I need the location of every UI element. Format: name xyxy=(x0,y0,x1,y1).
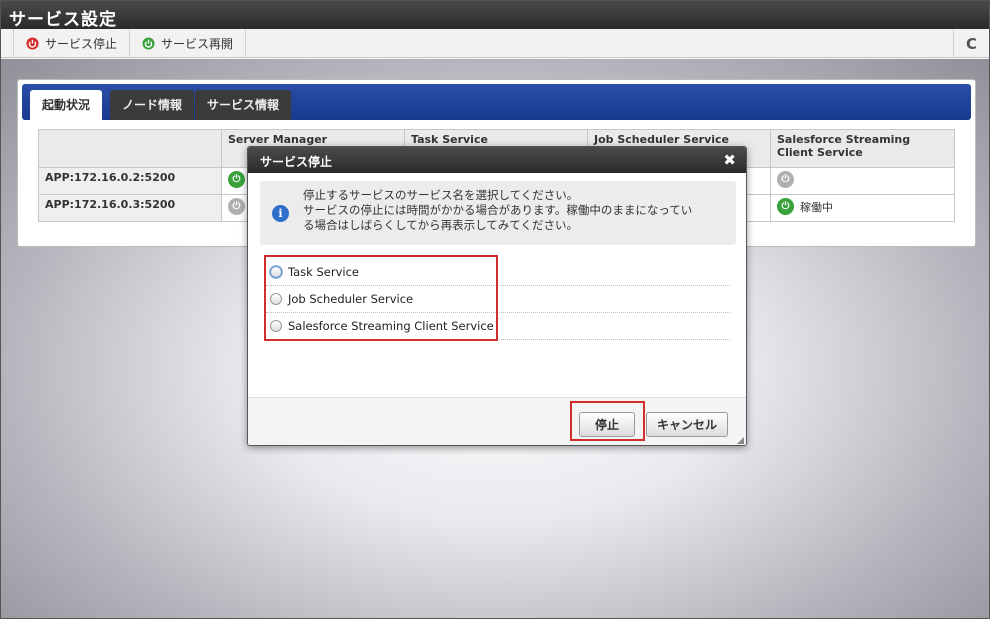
stopped-status-icon: ⏻ xyxy=(777,171,794,188)
status-cell: ⏻ xyxy=(770,167,955,195)
host-cell: APP:172.16.0.3:5200 xyxy=(38,194,222,222)
running-status-icon: ⏻ xyxy=(228,171,245,188)
refresh-icon[interactable]: C xyxy=(953,29,989,58)
service-option-salesforce-streaming[interactable]: Salesforce Streaming Client Service xyxy=(266,313,730,340)
table-header: Salesforce Streaming Client Service xyxy=(770,129,955,168)
service-option-list: Task Service Job Scheduler Service Sales… xyxy=(266,259,730,340)
dialog-footer: 停止 キャンセル xyxy=(248,397,746,445)
status-text: 稼働中 xyxy=(800,200,833,214)
tab-bar: 起動状況 ノード情報 サービス情報 xyxy=(22,84,971,120)
info-line: サービスの停止には時間がかかる場合があります。稼働中のままになってい xyxy=(303,203,693,217)
info-line: る場合はしばらくしてから再表示してみてください。 xyxy=(303,218,578,232)
app-window: サービス設定 サービス停止 サービス再開 C 起動状況 ノード情報 サービス情報… xyxy=(0,0,990,619)
stop-service-dialog: サービス停止 ✖ i 停止するサービスのサービス名を選択してください。 サービス… xyxy=(247,146,747,446)
tab-node-info[interactable]: ノード情報 xyxy=(110,90,195,120)
info-icon: i xyxy=(272,205,289,222)
power-icon xyxy=(142,36,155,50)
stop-service-label: サービス停止 xyxy=(45,36,118,51)
stopped-status-icon: ⏻ xyxy=(228,198,245,215)
cancel-button[interactable]: キャンセル xyxy=(646,412,728,437)
table-header xyxy=(38,129,222,168)
stop-service-button[interactable]: サービス停止 xyxy=(13,28,131,58)
service-option-job-scheduler[interactable]: Job Scheduler Service xyxy=(266,286,730,313)
stop-button[interactable]: 停止 xyxy=(579,412,635,437)
option-label: Task Service xyxy=(288,265,359,279)
tab-service-info[interactable]: サービス情報 xyxy=(195,90,292,120)
restart-service-button[interactable]: サービス再開 xyxy=(130,28,247,58)
radio-button[interactable] xyxy=(270,293,282,305)
tab-startup-status[interactable]: 起動状況 xyxy=(30,90,103,120)
info-box: i 停止するサービスのサービス名を選択してください。 サービスの停止には時間がか… xyxy=(260,181,736,245)
host-cell: APP:172.16.0.2:5200 xyxy=(38,167,222,195)
status-badge: ⏻ 稼働中 xyxy=(777,198,833,215)
toolbar: サービス停止 サービス再開 C xyxy=(1,28,989,58)
restart-service-label: サービス再開 xyxy=(161,36,234,51)
option-label: Job Scheduler Service xyxy=(288,292,414,306)
page-title: サービス設定 xyxy=(1,1,989,30)
running-status-icon: ⏻ xyxy=(777,198,794,215)
option-label: Salesforce Streaming Client Service xyxy=(288,319,494,333)
info-message: 停止するサービスのサービス名を選択してください。 サービスの停止には時間がかかる… xyxy=(303,188,692,233)
close-icon[interactable]: ✖ xyxy=(723,151,736,169)
dialog-title: サービス停止 xyxy=(260,155,333,169)
radio-button[interactable] xyxy=(270,320,282,332)
info-line: 停止するサービスのサービス名を選択してください。 xyxy=(303,188,579,202)
radio-button[interactable] xyxy=(270,266,282,278)
service-option-task[interactable]: Task Service xyxy=(266,259,730,286)
dialog-header: サービス停止 ✖ xyxy=(248,147,746,173)
resize-handle[interactable] xyxy=(737,437,744,444)
status-cell: ⏻ 稼働中 xyxy=(770,194,955,222)
power-icon xyxy=(26,36,39,50)
